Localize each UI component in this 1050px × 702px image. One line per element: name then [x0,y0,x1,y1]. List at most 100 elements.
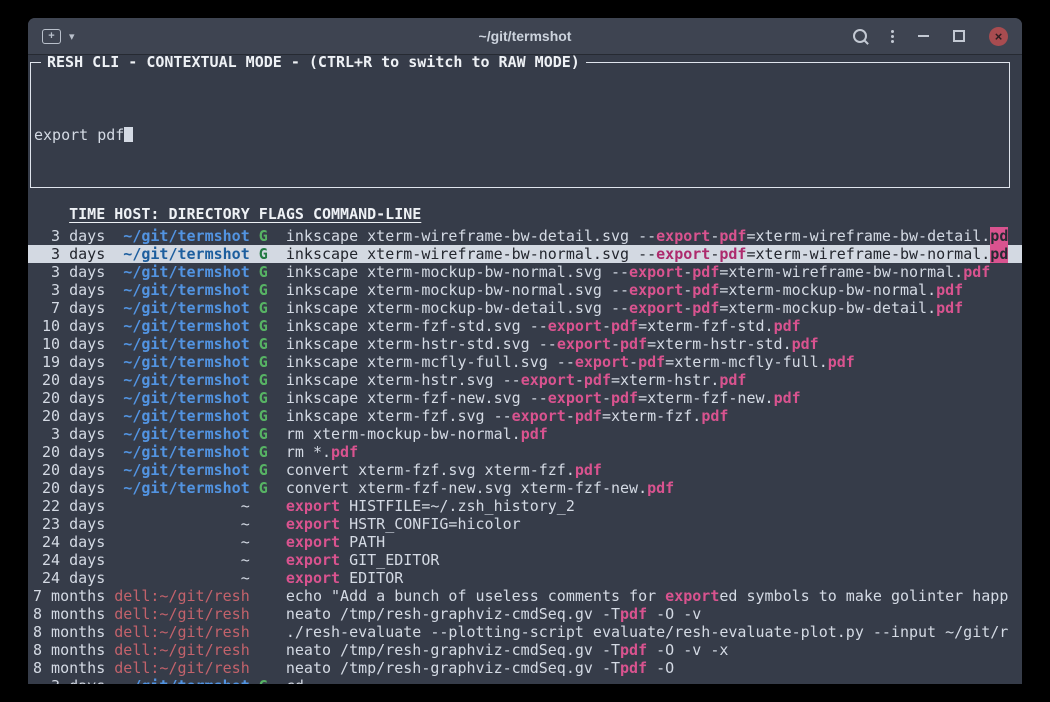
history-row[interactable]: 8 months dell:~/git/resh neato /tmp/resh… [28,605,1022,623]
row-flags: G [250,281,286,299]
match-segment: pdf [611,389,638,407]
history-row[interactable]: 20 days ~/git/termshot G rm *.pdf [28,443,1022,461]
cmd-segment: =xterm-hstr-std. [647,335,792,353]
row-command: inkscape xterm-mockup-bw-detail.svg --ex… [286,299,963,317]
row-flags: G [250,677,286,684]
cmd-segment: =xterm-fzf-new. [638,389,773,407]
history-row[interactable]: 20 days ~/git/termshot G convert xterm-f… [28,479,1022,497]
row-host: ~/git/termshot [105,371,250,389]
terminal-content: RESH CLI - CONTEXTUAL MODE - (CTRL+R to … [28,55,1022,684]
match-segment: export [629,263,683,281]
history-row[interactable]: 19 days ~/git/termshot G inkscape xterm-… [28,353,1022,371]
menu-button[interactable] [891,35,894,38]
row-command: neato /tmp/resh-graphviz-cmdSeq.gv -Tpdf… [286,659,674,677]
cmd-segment: =xterm-wireframe-bw-normal. [719,263,963,281]
row-flags: G [250,353,286,371]
history-row[interactable]: 23 days ~ export HSTR_CONFIG=hicolor [28,515,1022,533]
match-segment: pdf [692,263,719,281]
history-row[interactable]: 3 days ~/git/termshot G inkscape xterm-m… [28,281,1022,299]
cmd-segment: HSTR_CONFIG=hicolor [340,515,521,533]
history-row[interactable]: 7 days ~/git/termshot G inkscape xterm-m… [28,299,1022,317]
match-segment: pdf [774,317,801,335]
history-row[interactable]: 3 days ~/git/termshot G inkscape xterm-m… [28,263,1022,281]
history-row[interactable]: 8 months dell:~/git/resh neato /tmp/resh… [28,641,1022,659]
history-row[interactable]: 7 months dell:~/git/resh echo "Add a bun… [28,587,1022,605]
history-row[interactable]: 22 days ~ export HISTFILE=~/.zsh_history… [28,497,1022,515]
history-row[interactable]: 3 days ~/git/termshot G inkscape xterm-w… [28,227,1022,245]
row-host: ~/git/termshot [105,227,250,245]
history-row[interactable]: 20 days ~/git/termshot G inkscape xterm-… [28,371,1022,389]
cmd-segment: rm xterm-mockup-bw-normal. [286,425,521,443]
match-segment: pdf [584,371,611,389]
history-row[interactable]: 3 days ~/git/termshot G inkscape xterm-w… [28,245,1022,263]
match-segment: pdf [792,335,819,353]
row-command: echo "Add a bunch of useless comments fo… [286,587,1008,605]
row-flags: G [250,389,286,407]
match-segment: pd [990,245,1008,263]
tab-dropdown-button[interactable]: ▾ [69,30,75,43]
search-input[interactable]: export pdf [34,126,1005,144]
history-row[interactable]: 20 days ~/git/termshot G inkscape xterm-… [28,389,1022,407]
cmd-segment: - [602,389,611,407]
row-command: inkscape xterm-fzf-std.svg --export-pdf=… [286,317,801,335]
match-segment: export [629,281,683,299]
row-time: 8 months [33,623,105,641]
history-row[interactable]: 20 days ~/git/termshot G convert xterm-f… [28,461,1022,479]
cmd-segment: convert xterm-fzf.svg xterm-fzf. [286,461,575,479]
history-row[interactable]: 8 months dell:~/git/resh ./resh-evaluate… [28,623,1022,641]
cmd-segment: inkscape xterm-hstr.svg -- [286,371,521,389]
history-row[interactable]: 8 months dell:~/git/resh neato /tmp/resh… [28,659,1022,677]
search-button[interactable] [853,29,867,43]
row-flags: G [250,407,286,425]
cmd-segment: PATH [340,533,385,551]
row-host: ~/git/termshot [105,335,250,353]
row-host: ~ [105,497,250,515]
match-segment: pdf [719,227,746,245]
row-flags [250,641,286,659]
cmd-segment: -O -v -x [647,641,728,659]
row-host: ~/git/termshot [105,677,250,684]
row-time: 8 months [33,659,105,677]
row-host: ~ [105,533,250,551]
match-segment: export [665,587,719,605]
row-command: ./resh-evaluate --plotting-script evalua… [286,623,1008,641]
history-row[interactable]: 24 days ~ export PATH [28,533,1022,551]
history-row[interactable]: 24 days ~ export GIT_EDITOR [28,551,1022,569]
cmd-segment: GIT_EDITOR [340,551,439,569]
match-segment: export [629,299,683,317]
row-host: ~ [105,551,250,569]
history-row[interactable]: 10 days ~/git/termshot G inkscape xterm-… [28,335,1022,353]
history-row[interactable]: 10 days ~/git/termshot G inkscape xterm-… [28,317,1022,335]
history-row[interactable]: 3 days ~/git/termshot G cd [28,677,1022,684]
row-time: 10 days [33,335,105,353]
close-button[interactable]: × [989,27,1008,46]
row-command: inkscape xterm-hstr.svg --export-pdf=xte… [286,371,747,389]
row-time: 20 days [33,389,105,407]
row-flags [250,497,286,515]
row-time: 20 days [33,407,105,425]
row-host: dell:~/git/resh [105,587,250,605]
row-flags: G [250,335,286,353]
history-row[interactable]: 3 days ~/git/termshot G rm xterm-mockup-… [28,425,1022,443]
row-host: ~/git/termshot [105,299,250,317]
match-segment: pdf [701,407,728,425]
cmd-segment: - [710,245,719,263]
match-segment: pdf [575,461,602,479]
row-flags: G [250,443,286,461]
match-segment: export [286,569,340,587]
row-host: dell:~/git/resh [105,641,250,659]
close-icon: × [989,27,1008,46]
row-time: 20 days [33,461,105,479]
restore-button[interactable] [953,30,965,42]
row-flags: G [250,371,286,389]
history-row[interactable]: 24 days ~ export EDITOR [28,569,1022,587]
minimize-button[interactable] [918,35,929,37]
search-box-title: RESH CLI - CONTEXTUAL MODE - (CTRL+R to … [41,55,586,71]
row-flags: G [250,263,286,281]
row-host: ~/git/termshot [105,245,250,263]
history-row[interactable]: 20 days ~/git/termshot G inkscape xterm-… [28,407,1022,425]
table-column-header: TIME HOST: DIRECTORY FLAGS COMMAND-LINE [33,205,1022,223]
cmd-segment: ed symbols to make golinter happ [719,587,1008,605]
row-command: inkscape xterm-wireframe-bw-detail.svg -… [286,227,1008,245]
new-tab-button[interactable]: + [42,29,61,44]
